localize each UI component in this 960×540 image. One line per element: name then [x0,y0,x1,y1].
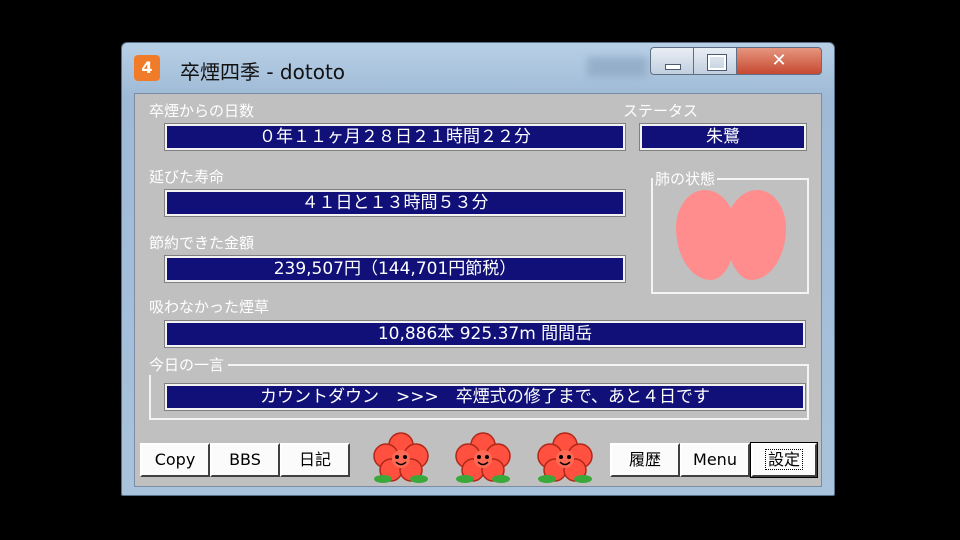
lungs-label: 肺の状態 [653,168,718,189]
bbs-button[interactable]: BBS [210,443,280,477]
flower-icon [537,432,593,483]
history-button[interactable]: 履歴 [610,443,680,477]
maximize-button[interactable] [693,47,737,75]
flower-icon [455,432,511,483]
minimize-button[interactable] [650,47,694,75]
close-button[interactable]: ✕ [736,47,822,75]
lung-bridge-icon [715,222,739,244]
days-label: 卒煙からの日数 [149,102,255,120]
settings-button-label: 設定 [764,449,803,470]
menu-button[interactable]: Menu [680,443,750,477]
today-label: 今日の一言 [149,354,229,375]
money-label: 節約できた金額 [149,234,255,252]
blurred-title-region [587,57,647,77]
money-value: 239,507円（144,701円節税） [164,255,626,283]
status-value: 朱鷺 [639,123,807,151]
days-value: ０年１１ヶ月２８日２１時間２２分 [164,123,626,151]
cigs-label: 吸わなかった煙草 [149,298,270,316]
title-bar[interactable]: 4 卒煙四季 - dototo ✕ [122,43,834,93]
client-area: 卒煙からの日数 ０年１１ヶ月２８日２１時間２２分 ステータス 朱鷺 延びた寿命 … [134,93,822,487]
app-icon[interactable]: 4 [134,55,160,81]
app-window: 4 卒煙四季 - dototo ✕ 卒煙からの日数 ０年１１ヶ月２８日２１時間２… [121,42,835,496]
cigs-value: 10,886本 925.37m 間間岳 [164,320,806,348]
copy-button[interactable]: Copy [140,443,210,477]
settings-button[interactable]: 設定 [750,442,818,478]
window-title: 卒煙四季 - dototo [180,60,346,84]
close-icon: ✕ [771,50,787,71]
status-label: ステータス [623,102,699,120]
life-label: 延びた寿命 [149,168,225,186]
today-value: カウントダウン >>> 卒煙式の修了まで、あと４日です [164,383,806,411]
flower-icon [373,432,429,483]
life-value: ４１日と１３時間５３分 [164,189,626,217]
diary-button[interactable]: 日記 [280,443,350,477]
